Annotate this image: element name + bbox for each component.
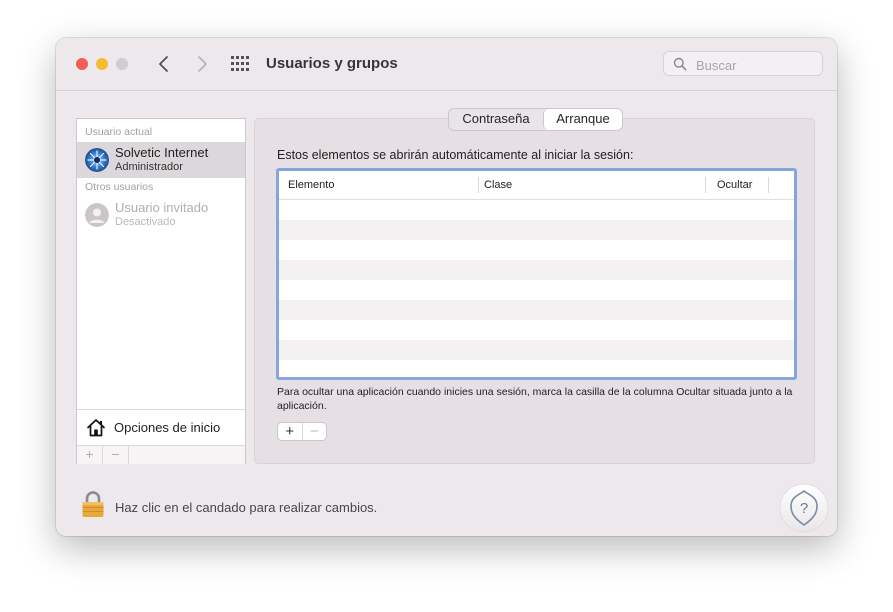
tab-startup[interactable]: Arranque — [543, 109, 622, 130]
table-row — [279, 340, 794, 360]
search-icon — [673, 57, 687, 71]
startup-add-remove: + − — [277, 422, 327, 441]
lock-hint-text: Haz clic en el candado para realizar cam… — [115, 500, 378, 515]
tab-password[interactable]: Contraseña — [449, 109, 543, 130]
zoom-button[interactable] — [116, 58, 128, 70]
login-options-item[interactable]: Opciones de inicio — [77, 409, 245, 446]
table-header: Elemento Clase Ocultar — [279, 171, 794, 200]
titlebar: Usuarios y grupos — [56, 38, 837, 91]
column-divider — [478, 177, 479, 193]
back-chevron-icon[interactable] — [152, 52, 176, 76]
remove-user-button[interactable]: − — [103, 446, 129, 464]
user-role: Desactivado — [115, 216, 176, 228]
table-row — [279, 220, 794, 240]
remove-startup-item-button[interactable]: − — [303, 423, 327, 440]
forward-chevron-icon[interactable] — [190, 52, 214, 76]
lock-icon[interactable] — [81, 490, 105, 518]
user-name: Solvetic Internet — [115, 145, 209, 160]
house-icon — [87, 419, 105, 437]
other-users-section-label: Otros usuarios — [85, 181, 154, 193]
search-input[interactable] — [694, 55, 818, 75]
current-user-section-label: Usuario actual — [85, 126, 153, 138]
table-row — [279, 320, 794, 340]
hide-hint-text: Para ocultar una aplicación cuando inici… — [277, 386, 793, 412]
column-header-item[interactable]: Elemento — [288, 179, 334, 191]
avatar — [85, 148, 109, 172]
startup-items-table[interactable]: Elemento Clase Ocultar — [276, 168, 797, 380]
startup-heading: Estos elementos se abrirán automáticamen… — [277, 148, 634, 162]
guest-avatar-icon — [85, 203, 109, 227]
table-row — [279, 240, 794, 260]
search-field[interactable] — [663, 51, 823, 76]
table-row — [279, 300, 794, 320]
users-sidebar: Usuario actual Solvetic Internet Adminis… — [76, 118, 246, 464]
column-header-kind[interactable]: Clase — [484, 179, 512, 191]
close-button[interactable] — [76, 58, 88, 70]
tab-bar: Contraseña Arranque — [448, 108, 623, 131]
add-user-button[interactable]: + — [77, 446, 103, 464]
minimize-button[interactable] — [96, 58, 108, 70]
user-role: Administrador — [115, 161, 183, 173]
column-header-hide[interactable]: Ocultar — [717, 179, 752, 191]
help-icon[interactable]: ? — [778, 482, 830, 534]
table-body — [279, 200, 794, 377]
user-row-current[interactable]: Solvetic Internet Administrador — [77, 142, 245, 178]
table-row — [279, 280, 794, 300]
window-title: Usuarios y grupos — [266, 55, 398, 72]
user-row-guest[interactable]: Usuario invitado Desactivado — [77, 197, 245, 233]
svg-text:?: ? — [800, 500, 808, 517]
user-name: Usuario invitado — [115, 200, 209, 215]
add-startup-item-button[interactable]: + — [278, 423, 303, 440]
login-options-label: Opciones de inicio — [114, 420, 221, 435]
table-row — [279, 260, 794, 280]
column-divider — [768, 177, 769, 193]
column-divider — [705, 177, 706, 193]
preferences-window: Usuarios y grupos Usuario actual — [56, 38, 837, 536]
sidebar-toolbar: + − — [77, 445, 245, 464]
startup-panel: Estos elementos se abrirán automáticamen… — [254, 118, 815, 464]
grid-icon[interactable] — [231, 56, 251, 72]
table-row — [279, 200, 794, 220]
table-row — [279, 360, 794, 377]
